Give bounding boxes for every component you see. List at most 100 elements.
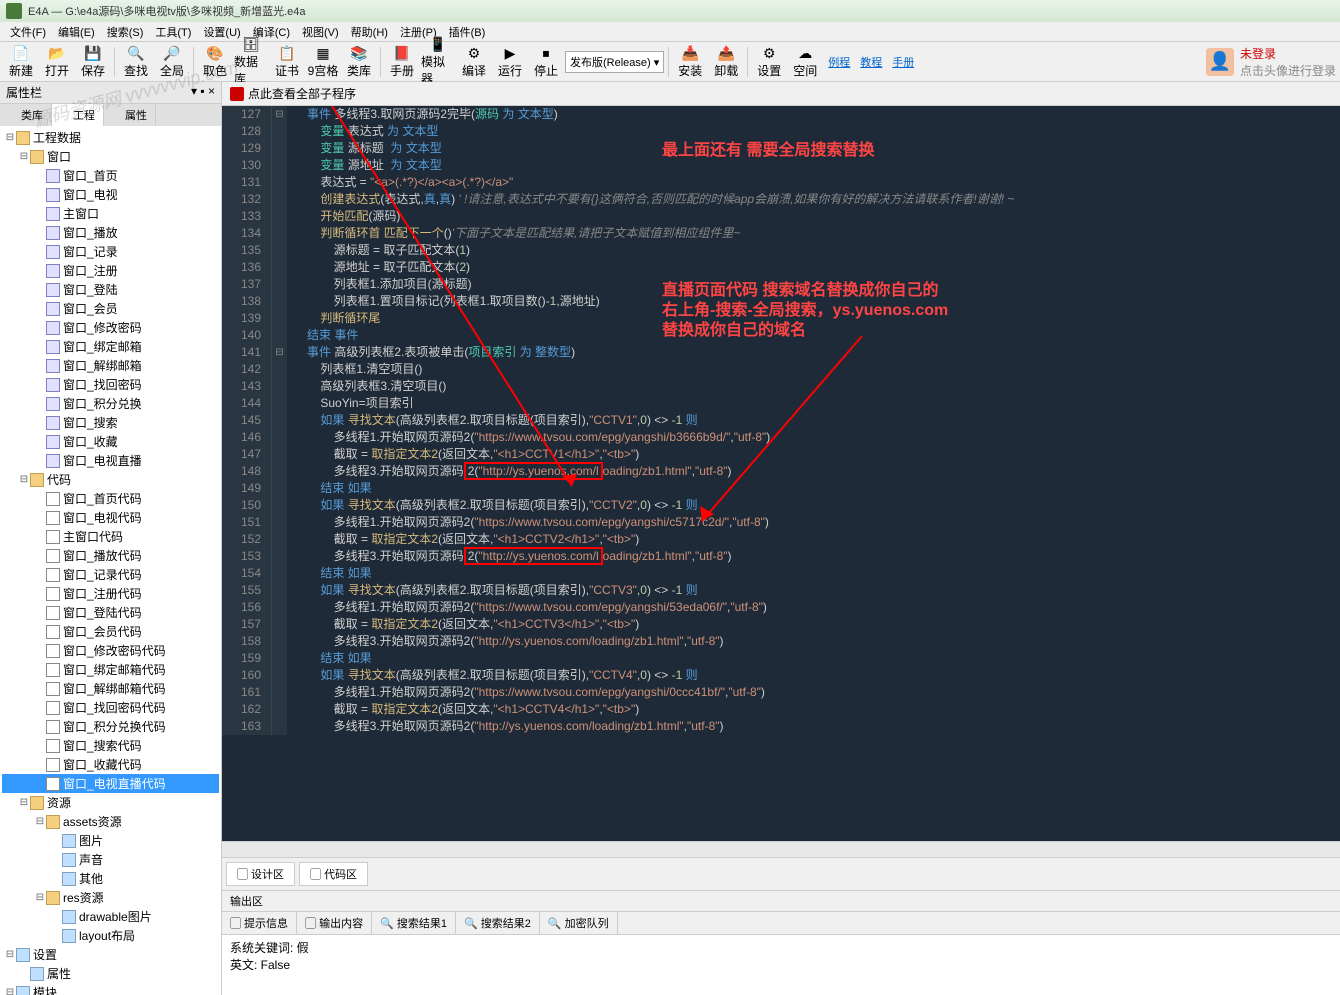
code-line-153[interactable]: 153 多线程3.开始取网页源码2("http://ys.yuenos.com/… [222, 548, 1340, 565]
toolbar-编译[interactable]: ⚙编译 [457, 44, 491, 80]
tree-node-属性[interactable]: 属性 [2, 964, 219, 983]
tree-node-窗口_会员代码[interactable]: 窗口_会员代码 [2, 622, 219, 641]
toolbar-卸载[interactable]: 📤卸载 [709, 44, 743, 80]
code-text[interactable]: 截取 = 取指定文本2(返回文本,"<h1>CCTV4</h1>","<tb>"… [287, 701, 639, 718]
fold-gutter[interactable] [272, 718, 287, 735]
fold-gutter[interactable]: ⊟ [272, 106, 287, 123]
tree-expand-icon[interactable]: ⊟ [34, 816, 46, 827]
toolbar-打开[interactable]: 📂打开 [40, 44, 74, 80]
code-text[interactable]: 高级列表框3.清空项目() [287, 378, 446, 395]
code-line-131[interactable]: 131 表达式 = "<a>(.*?)</a><a>(.*?)</a>" [222, 174, 1340, 191]
toolbar-手册[interactable]: 📕手册 [385, 44, 419, 80]
fold-gutter[interactable] [272, 140, 287, 157]
menu-工具T[interactable]: 工具(T) [149, 24, 197, 40]
code-text[interactable]: 多线程3.开始取网页源码2("http://ys.yuenos.com/load… [287, 633, 724, 650]
tree-expand-icon[interactable]: ⊟ [34, 892, 46, 903]
code-line-152[interactable]: 152 截取 = 取指定文本2(返回文本,"<h1>CCTV2</h1>","<… [222, 531, 1340, 548]
code-line-159[interactable]: 159 结束 如果 [222, 650, 1340, 667]
tree-node-窗口_收藏代码[interactable]: 窗口_收藏代码 [2, 755, 219, 774]
code-line-154[interactable]: 154 结束 如果 [222, 565, 1340, 582]
output-body[interactable]: 系统关键词: 假英文: False [222, 935, 1340, 995]
code-line-148[interactable]: 148 多线程3.开始取网页源码2("http://ys.yuenos.com/… [222, 463, 1340, 480]
fold-gutter[interactable] [272, 378, 287, 395]
code-text[interactable]: 变量 源标题 为 文本型 [287, 140, 442, 157]
menu-编辑E[interactable]: 编辑(E) [52, 24, 101, 40]
tree-node-主窗口[interactable]: 主窗口 [2, 204, 219, 223]
code-text[interactable]: 截取 = 取指定文本2(返回文本,"<h1>CCTV1</h1>","<tb>"… [287, 446, 639, 463]
tree-node-窗口_电视直播[interactable]: 窗口_电视直播 [2, 451, 219, 470]
fold-gutter[interactable] [272, 667, 287, 684]
left-tab-工程[interactable]: 工程 [52, 104, 104, 126]
fold-gutter[interactable] [272, 633, 287, 650]
tree-expand-icon[interactable]: ⊟ [4, 987, 16, 995]
code-line-161[interactable]: 161 多线程1.开始取网页源码2("https://www.tvsou.com… [222, 684, 1340, 701]
code-line-156[interactable]: 156 多线程1.开始取网页源码2("https://www.tvsou.com… [222, 599, 1340, 616]
tree-node-窗口_注册代码[interactable]: 窗口_注册代码 [2, 584, 219, 603]
fold-gutter[interactable] [272, 548, 287, 565]
code-line-139[interactable]: 139 判断循环尾 [222, 310, 1340, 327]
code-text[interactable]: 如果 寻找文本(高级列表框2.取项目标题(项目索引),"CCTV2",0) <>… [287, 497, 698, 514]
toolbar-设置[interactable]: ⚙设置 [752, 44, 786, 80]
tree-expand-icon[interactable]: ⊟ [18, 474, 30, 485]
tree-node-drawable图片[interactable]: drawable图片 [2, 907, 219, 926]
toolbar-模拟器[interactable]: 📱模拟器 [421, 44, 455, 80]
fold-gutter[interactable] [272, 361, 287, 378]
fold-gutter[interactable] [272, 701, 287, 718]
code-text[interactable]: 变量 表达式 为 文本型 [287, 123, 438, 140]
code-text[interactable]: 列表框1.清空项目() [287, 361, 422, 378]
code-line-141[interactable]: 141⊟事件 高级列表框2.表项被单击(项目索引 为 整数型) [222, 344, 1340, 361]
fold-gutter[interactable] [272, 123, 287, 140]
toolbar-link-手册[interactable]: 手册 [892, 54, 914, 70]
toolbar-9宫格[interactable]: ▦9宫格 [306, 44, 340, 80]
tree-node-窗口_收藏[interactable]: 窗口_收藏 [2, 432, 219, 451]
fold-gutter[interactable] [272, 565, 287, 582]
code-line-146[interactable]: 146 多线程1.开始取网页源码2("https://www.tvsou.com… [222, 429, 1340, 446]
menu-搜索S[interactable]: 搜索(S) [101, 24, 150, 40]
fold-gutter[interactable] [272, 225, 287, 242]
code-text[interactable]: 多线程1.开始取网页源码2("https://www.tvsou.com/epg… [287, 599, 767, 616]
code-line-133[interactable]: 133 开始匹配(源码) [222, 208, 1340, 225]
code-line-130[interactable]: 130 变量 源地址 为 文本型 [222, 157, 1340, 174]
code-text[interactable]: 如果 寻找文本(高级列表框2.取项目标题(项目索引),"CCTV4",0) <>… [287, 667, 698, 684]
code-line-155[interactable]: 155 如果 寻找文本(高级列表框2.取项目标题(项目索引),"CCTV3",0… [222, 582, 1340, 599]
code-line-140[interactable]: 140结束 事件 [222, 327, 1340, 344]
fold-gutter[interactable] [272, 480, 287, 497]
fold-gutter[interactable] [272, 208, 287, 225]
tree-node-窗口_积分兑换[interactable]: 窗口_积分兑换 [2, 394, 219, 413]
fold-gutter[interactable] [272, 446, 287, 463]
tree-node-窗口_修改密码[interactable]: 窗口_修改密码 [2, 318, 219, 337]
panel-controls[interactable]: ▾ ▪ × [191, 84, 215, 101]
menu-帮助H[interactable]: 帮助(H) [345, 24, 394, 40]
fold-gutter[interactable] [272, 599, 287, 616]
toolbar-安装[interactable]: 📥安装 [673, 44, 707, 80]
code-text[interactable]: SuoYin=项目索引 [287, 395, 414, 412]
tree-node-窗口_记录代码[interactable]: 窗口_记录代码 [2, 565, 219, 584]
tree-node-窗口_找回密码代码[interactable]: 窗口_找回密码代码 [2, 698, 219, 717]
toolbar-查找[interactable]: 🔍查找 [119, 44, 153, 80]
code-line-149[interactable]: 149 结束 如果 [222, 480, 1340, 497]
code-text[interactable]: 多线程3.开始取网页源码2("http://ys.yuenos.com/load… [287, 548, 732, 565]
code-line-129[interactable]: 129 变量 源标题 为 文本型 [222, 140, 1340, 157]
left-tab-类库[interactable]: 类库 [0, 104, 52, 126]
code-line-145[interactable]: 145 如果 寻找文本(高级列表框2.取项目标题(项目索引),"CCTV1",0… [222, 412, 1340, 429]
left-tab-属性[interactable]: 属性 [104, 104, 156, 126]
code-line-134[interactable]: 134 判断循环首 匹配下一个()'下面子文本是匹配结果,请把子文本赋值到相应组… [222, 225, 1340, 242]
toolbar-数据库[interactable]: 🗄数据库 [234, 44, 268, 80]
fold-gutter[interactable] [272, 293, 287, 310]
tree-node-窗口_修改密码代码[interactable]: 窗口_修改密码代码 [2, 641, 219, 660]
fold-gutter[interactable]: ⊟ [272, 344, 287, 361]
toolbar-新建[interactable]: 📄新建 [4, 44, 38, 80]
toolbar-link-教程[interactable]: 教程 [860, 54, 882, 70]
code-line-132[interactable]: 132 创建表达式(表达式,真,真) ' !请注意,表达式中不要有{}这俩符合,… [222, 191, 1340, 208]
code-text[interactable]: 多线程1.开始取网页源码2("https://www.tvsou.com/epg… [287, 514, 769, 531]
tree-node-窗口_绑定邮箱代码[interactable]: 窗口_绑定邮箱代码 [2, 660, 219, 679]
tree-node-窗口_会员[interactable]: 窗口_会员 [2, 299, 219, 318]
code-text[interactable]: 多线程1.开始取网页源码2("https://www.tvsou.com/epg… [287, 429, 770, 446]
fold-gutter[interactable] [272, 616, 287, 633]
tree-node-资源[interactable]: ⊟资源 [2, 793, 219, 812]
fold-gutter[interactable] [272, 276, 287, 293]
tree-node-窗口_搜索代码[interactable]: 窗口_搜索代码 [2, 736, 219, 755]
login-area[interactable]: 👤未登录点击头像进行登录 [1206, 45, 1336, 79]
fold-gutter[interactable] [272, 684, 287, 701]
tree-expand-icon[interactable]: ⊟ [18, 151, 30, 162]
